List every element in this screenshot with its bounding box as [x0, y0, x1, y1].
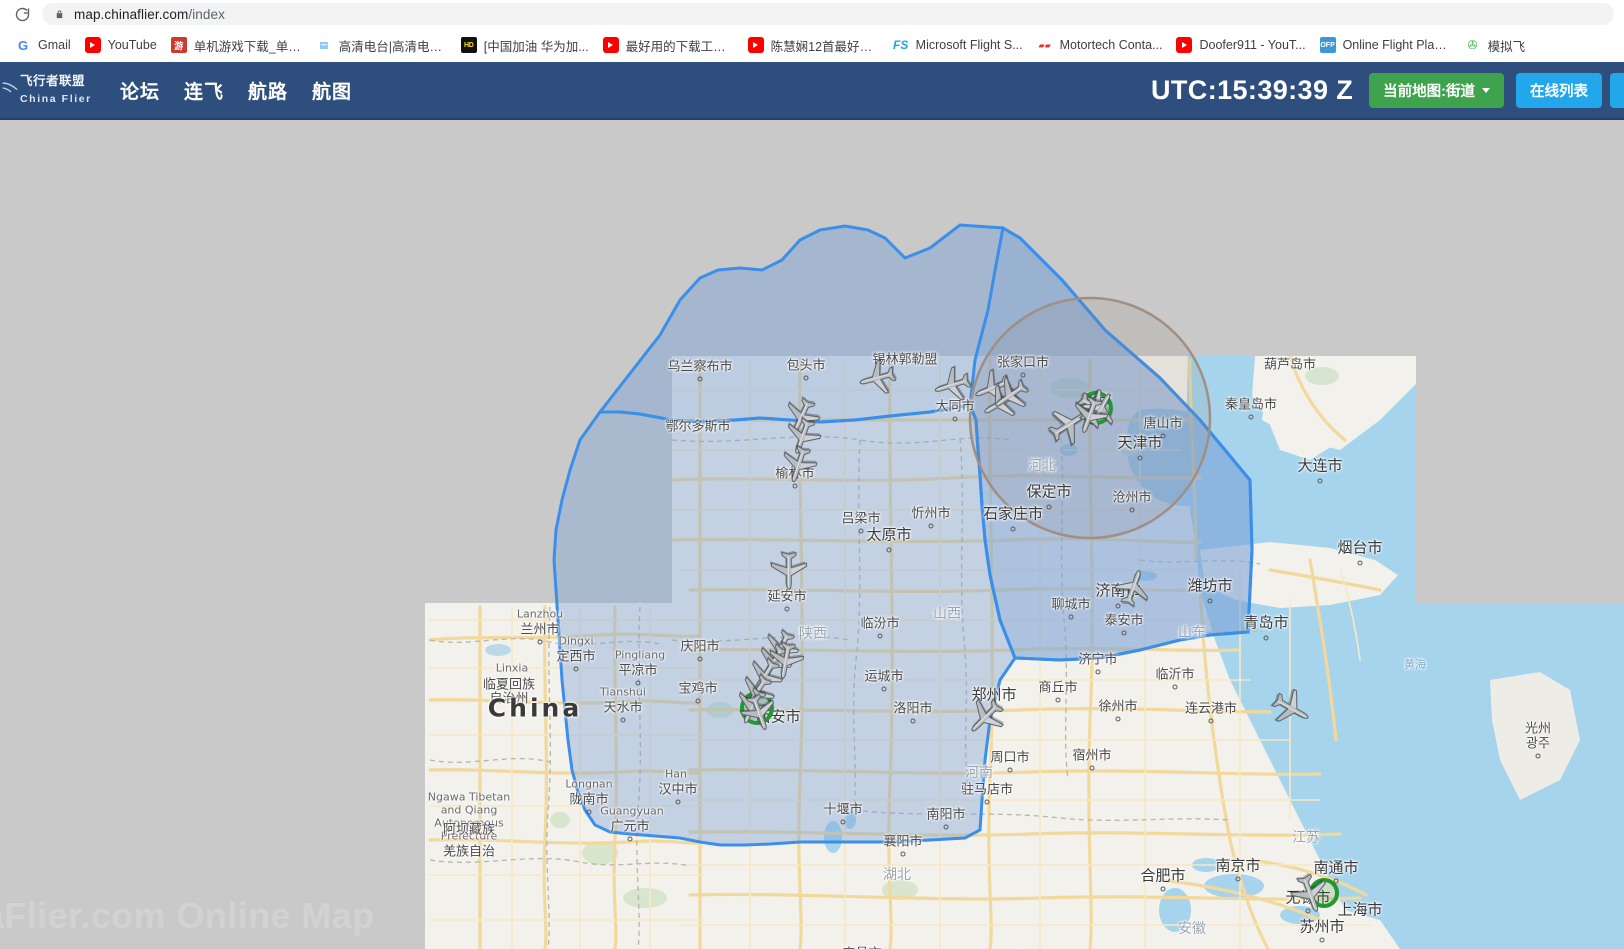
- bookmark-item[interactable]: YouTube: [78, 32, 164, 58]
- youtube-icon: [84, 37, 101, 53]
- brand-name-cn: 飞行者联盟: [20, 74, 86, 89]
- nav-forum[interactable]: 论坛: [120, 77, 160, 104]
- swoosh-logo-icon: [2, 81, 18, 100]
- header-overflow-button[interactable]: [1610, 72, 1624, 108]
- browser-chrome: map.chinaflier.com/index G Gmail YouTube 游单…: [0, 0, 1624, 62]
- online-list-label: 在线列表: [1530, 83, 1588, 100]
- hd-site-icon: HD: [460, 37, 477, 53]
- bookmark-label: YouTube: [107, 38, 157, 52]
- youtube-icon: [747, 37, 764, 53]
- bookmark-item[interactable]: 游单机游戏下载_单机...: [164, 32, 309, 58]
- bookmark-item[interactable]: FS Microsoft Flight S...: [886, 32, 1030, 58]
- bookmark-label: 最好用的下载工具...: [625, 39, 734, 54]
- map-watermark: aFlier.com Online Map: [0, 895, 375, 936]
- app-header: 飞行者联盟 China Flier 论坛 连飞 航路 航图 UTC:15:39:39 …: [0, 62, 1624, 120]
- bookmark-label: 高清电台|高清电影|...: [338, 39, 447, 54]
- game-site-icon: 游: [170, 37, 187, 53]
- bookmarks-bar: G Gmail YouTube 游单机游戏下载_单机... ▤ 高清电台|高清电影|...…: [0, 28, 1624, 62]
- address-bar[interactable]: map.chinaflier.com/index: [42, 3, 1614, 25]
- bookmark-label: [中国加油 华为加...: [483, 39, 589, 54]
- bookmark-label: 模拟飞: [1487, 39, 1526, 54]
- aircraft-icon[interactable]: [766, 547, 812, 593]
- bookmark-item[interactable]: ▤ 高清电台|高清电影|...: [309, 32, 454, 58]
- bookmark-item[interactable]: OFP Online Flight Plan...: [1313, 32, 1458, 58]
- map-tiles: [0, 120, 1624, 949]
- gmail-icon: G: [15, 37, 31, 53]
- bookmark-label: Doofer911 - YouT...: [1199, 38, 1306, 52]
- bookmark-label: Microsoft Flight S...: [915, 38, 1023, 52]
- bookmark-label: 单机游戏下载_单机...: [193, 39, 302, 54]
- online-list-button[interactable]: 在线列表: [1516, 72, 1602, 108]
- youtube-icon: [1176, 37, 1193, 53]
- ofp-icon: OFP: [1319, 37, 1336, 53]
- main-nav: 论坛 连飞 航路 航图: [120, 77, 376, 104]
- bookmark-label: Gmail: [38, 38, 71, 52]
- simfly-icon: ✇: [1464, 37, 1481, 53]
- bookmark-item[interactable]: HD [中国加油 华为加...: [454, 32, 596, 58]
- url-path: /index: [188, 6, 225, 22]
- bookmark-item[interactable]: ✇ 模拟飞: [1458, 32, 1533, 58]
- nav-shared-flight[interactable]: 连飞: [184, 77, 224, 104]
- motortech-icon: ▰▰: [1036, 37, 1053, 53]
- utc-clock: UTC:15:39:39 Z: [1151, 74, 1354, 105]
- bookmark-item[interactable]: ▰▰ Motortech Conta...: [1030, 32, 1170, 58]
- nav-routes[interactable]: 航路: [248, 77, 288, 104]
- bookmark-item[interactable]: 陈慧娴12首最好听...: [741, 32, 886, 58]
- bookmark-item[interactable]: 最好用的下载工具...: [596, 32, 741, 58]
- map-type-label: 当前地图:街道: [1383, 83, 1475, 100]
- brand-name-en: China Flier: [20, 93, 92, 105]
- map-canvas[interactable]: 乌兰察布市包头市锡林郭勒盟张家口市葫芦岛市大同市鄂尔多斯市北京唐山市秦皇岛市天津…: [0, 120, 1624, 949]
- flight-sim-icon: FS: [892, 37, 909, 53]
- map-type-dropdown-button[interactable]: 当前地图:街道: [1369, 72, 1504, 108]
- youtube-icon: [602, 37, 619, 53]
- bookmark-label: 陈慧娴12首最好听...: [770, 39, 879, 54]
- lock-icon: [52, 7, 66, 21]
- nav-charts[interactable]: 航图: [312, 77, 352, 104]
- brand-logo[interactable]: 飞行者联盟 China Flier: [2, 73, 98, 107]
- chevron-down-icon: [1482, 87, 1490, 93]
- film-site-icon: ▤: [315, 37, 332, 53]
- bookmark-label: Online Flight Plan...: [1342, 38, 1451, 52]
- address-bar-text: map.chinaflier.com/index: [74, 7, 225, 22]
- header-right-group: UTC:15:39:39 Z 当前地图:街道 在线列表: [1151, 72, 1624, 108]
- browser-address-bar-row: map.chinaflier.com/index: [0, 0, 1624, 28]
- reload-icon[interactable]: [8, 0, 36, 28]
- bookmark-item[interactable]: Doofer911 - YouT...: [1169, 32, 1312, 58]
- url-host: map.chinaflier.com: [74, 6, 189, 22]
- bookmark-label: Motortech Conta...: [1059, 38, 1163, 52]
- bookmark-item[interactable]: G Gmail: [8, 32, 78, 58]
